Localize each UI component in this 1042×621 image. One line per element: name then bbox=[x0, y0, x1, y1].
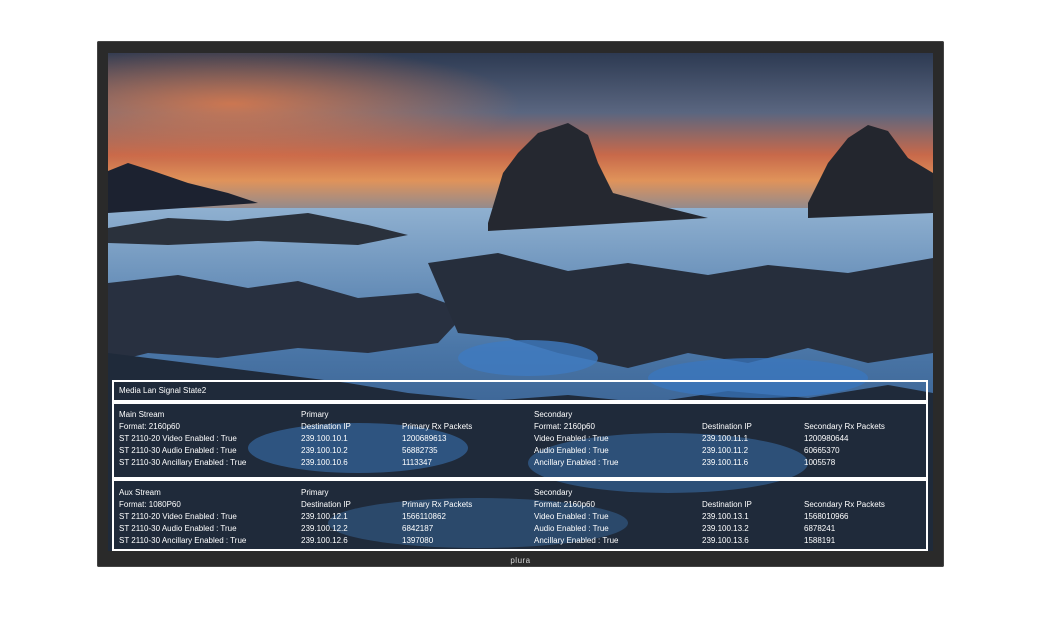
main-stream-video-enabled: ST 2110-20 Video Enabled : True bbox=[119, 434, 237, 443]
main-stream-audio-enabled: ST 2110-30 Audio Enabled : True bbox=[119, 446, 237, 455]
main-secondary-heading: Secondary bbox=[534, 410, 573, 419]
main-secondary-video-rx: 1200980644 bbox=[804, 434, 849, 443]
aux-secondary-heading: Secondary bbox=[534, 488, 573, 497]
main-stream-panel: Main Stream Format: 2160p60 ST 2110-20 V… bbox=[112, 402, 928, 479]
aux-secondary-video-rx: 1568010966 bbox=[804, 512, 849, 521]
aux-primary-video-ip: 239.100.12.1 bbox=[301, 512, 348, 521]
main-secondary-anc-ip: 239.100.11.6 bbox=[702, 458, 749, 467]
main-secondary-rx-label: Secondary Rx Packets bbox=[804, 422, 885, 431]
main-secondary-audio-enabled: Audio Enabled : True bbox=[534, 446, 609, 455]
overlay-title: Media Lan Signal State2 bbox=[119, 386, 207, 395]
aux-primary-anc-ip: 239.100.12.6 bbox=[301, 536, 348, 545]
main-secondary-video-enabled: Video Enabled : True bbox=[534, 434, 609, 443]
monitor-screen: Media Lan Signal State2 Main Stream Form… bbox=[108, 53, 933, 551]
main-secondary-anc-rx: 1005578 bbox=[804, 458, 836, 467]
main-secondary-format: Format: 2160p60 bbox=[534, 422, 595, 431]
main-primary-rx-label: Primary Rx Packets bbox=[402, 422, 473, 431]
aux-primary-video-rx: 1566110862 bbox=[402, 512, 446, 521]
overlay-title-box: Media Lan Signal State2 bbox=[112, 380, 928, 402]
aux-secondary-anc-rx: 1588191 bbox=[804, 536, 836, 545]
aux-stream-audio-enabled: ST 2110-30 Audio Enabled : True bbox=[119, 524, 237, 533]
main-primary-anc-rx: 1113347 bbox=[402, 458, 432, 467]
aux-secondary-audio-enabled: Audio Enabled : True bbox=[534, 524, 609, 533]
aux-secondary-format: Format: 2160p60 bbox=[534, 500, 595, 509]
aux-secondary-video-ip: 239.100.13.1 bbox=[702, 512, 749, 521]
main-stream-heading: Main Stream bbox=[119, 410, 165, 419]
aux-secondary-audio-rx: 6878241 bbox=[804, 524, 836, 533]
main-secondary-ancillary-enabled: Ancillary Enabled : True bbox=[534, 458, 619, 467]
aux-primary-audio-rx: 6842187 bbox=[402, 524, 434, 533]
aux-primary-rx-label: Primary Rx Packets bbox=[402, 500, 473, 509]
main-primary-video-ip: 239.100.10.1 bbox=[301, 434, 348, 443]
main-stream-format: Format: 2160p60 bbox=[119, 422, 180, 431]
aux-stream-heading: Aux Stream bbox=[119, 488, 161, 497]
aux-secondary-dest-ip-label: Destination IP bbox=[702, 500, 752, 509]
aux-secondary-ancillary-enabled: Ancillary Enabled : True bbox=[534, 536, 619, 545]
monitor-bezel: Media Lan Signal State2 Main Stream Form… bbox=[97, 41, 944, 567]
aux-secondary-rx-label: Secondary Rx Packets bbox=[804, 500, 885, 509]
monitor-brand-logo: plura bbox=[510, 556, 531, 565]
aux-secondary-anc-ip: 239.100.13.6 bbox=[702, 536, 749, 545]
main-primary-video-rx: 1200689613 bbox=[402, 434, 447, 443]
main-primary-heading: Primary bbox=[301, 410, 329, 419]
main-primary-anc-ip: 239.100.10.6 bbox=[301, 458, 348, 467]
aux-primary-heading: Primary bbox=[301, 488, 329, 497]
aux-stream-panel: Aux Stream Format: 1080P60 ST 2110-20 Vi… bbox=[112, 479, 928, 551]
main-secondary-audio-rx: 60665370 bbox=[804, 446, 840, 455]
aux-secondary-audio-ip: 239.100.13.2 bbox=[702, 524, 749, 533]
main-stream-ancillary-enabled: ST 2110-30 Ancillary Enabled : True bbox=[119, 458, 247, 467]
main-primary-audio-ip: 239.100.10.2 bbox=[301, 446, 348, 455]
aux-secondary-video-enabled: Video Enabled : True bbox=[534, 512, 609, 521]
main-primary-dest-ip-label: Destination IP bbox=[301, 422, 351, 431]
aux-primary-dest-ip-label: Destination IP bbox=[301, 500, 351, 509]
main-secondary-video-ip: 239.100.11.1 bbox=[702, 434, 749, 443]
main-secondary-audio-ip: 239.100.11.2 bbox=[702, 446, 749, 455]
aux-stream-ancillary-enabled: ST 2110-30 Ancillary Enabled : True bbox=[119, 536, 247, 545]
aux-stream-format: Format: 1080P60 bbox=[119, 500, 181, 509]
aux-primary-audio-ip: 239.100.12.2 bbox=[301, 524, 348, 533]
aux-stream-video-enabled: ST 2110-20 Video Enabled : True bbox=[119, 512, 237, 521]
main-primary-audio-rx: 56882735 bbox=[402, 446, 438, 455]
aux-primary-anc-rx: 1397080 bbox=[402, 536, 434, 545]
main-secondary-dest-ip-label: Destination IP bbox=[702, 422, 752, 431]
